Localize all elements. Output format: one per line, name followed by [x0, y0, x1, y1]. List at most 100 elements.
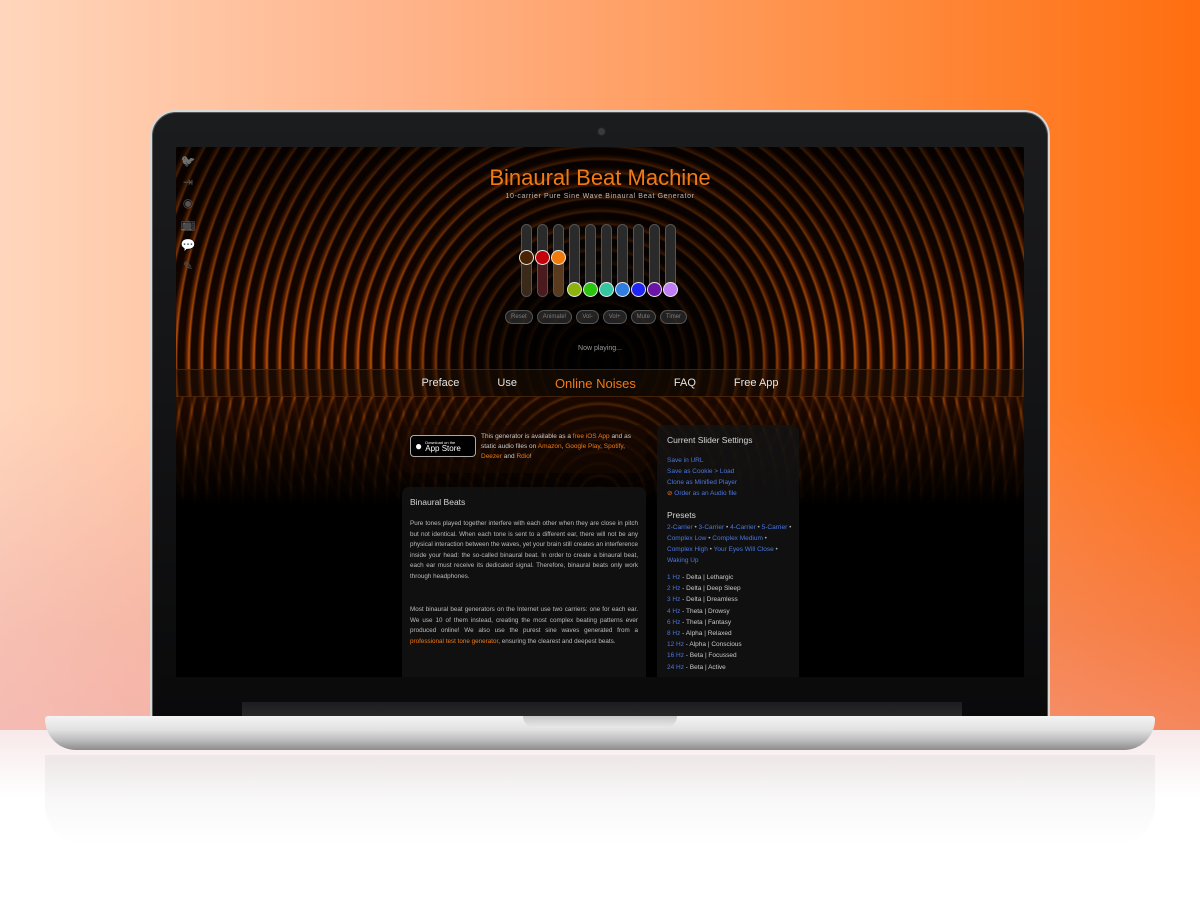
amazon-link[interactable]: Amazon [538, 443, 562, 450]
settings-links: Save in URL Save as Cookie > Load Clone as… [667, 455, 737, 499]
carrier-slider[interactable] [599, 224, 614, 297]
preset-link[interactable]: Complex Low [667, 535, 706, 542]
promo-text-and: and [501, 453, 517, 460]
preset-link[interactable]: Your Eyes Will Close [714, 546, 774, 553]
settings-link[interactable]: Clone as Minified Player [667, 477, 737, 488]
slider-knob[interactable] [599, 282, 614, 297]
frequency-link[interactable]: 4 Hz [667, 608, 680, 615]
vol-up-button[interactable]: Vol+ [602, 310, 627, 324]
preset-separator: • [787, 524, 792, 531]
nav-faq[interactable]: FAQ [655, 377, 715, 389]
settings-link[interactable]: Save in URL [667, 455, 737, 466]
frequency-link[interactable]: 1 Hz [667, 574, 680, 581]
carrier-slider[interactable] [551, 224, 566, 297]
nav-online-noises[interactable]: Online Noises [536, 376, 655, 391]
deezer-link[interactable]: Deezer [481, 453, 502, 460]
badge-big-text: App Store [425, 443, 461, 453]
vol-down-button[interactable]: Vol- [576, 310, 599, 324]
frequency-item: 12 Hz - Alpha | Conscious [667, 639, 742, 650]
carrier-slider[interactable] [519, 224, 534, 297]
pencil-icon[interactable]: ✎ [180, 258, 196, 274]
carrier-slider[interactable] [647, 224, 662, 297]
nav-use[interactable]: Use [478, 377, 536, 389]
frequency-link[interactable]: 3 Hz [667, 596, 680, 603]
preset-link[interactable]: 3-Carrier [699, 524, 725, 531]
preset-link[interactable]: Complex Medium [712, 535, 763, 542]
spotify-link[interactable]: Spotify [604, 443, 623, 450]
site-title: Binaural Beat Machine [489, 165, 711, 190]
carrier-slider[interactable] [663, 224, 678, 297]
frequency-link[interactable]: 24 Hz [667, 664, 684, 671]
frequency-item: 16 Hz - Beta | Focussed [667, 650, 742, 661]
reset-button[interactable]: Reset [505, 310, 533, 324]
settings-link[interactable]: Save as Cookie > Load [667, 466, 737, 477]
carrier-sliders [519, 224, 681, 299]
record-player-icon[interactable]: ◉ [180, 195, 196, 211]
frequency-desc: - Alpha | Conscious [683, 641, 742, 649]
frequency-item: 3 Hz - Delta | Dreamless [667, 594, 742, 605]
frequency-item: 2 Hz - Delta | Deep Sleep [667, 583, 742, 594]
frequency-desc: - Beta | Focussed [683, 652, 737, 660]
slider-knob[interactable] [567, 282, 582, 297]
tv-icon[interactable]: 📺 [180, 216, 196, 232]
nav-free-app[interactable]: Free App [715, 377, 798, 389]
preset-separator: • [762, 535, 767, 542]
frequency-item: 6 Hz - Theta | Fantasy [667, 617, 742, 628]
slider-knob[interactable] [615, 282, 630, 297]
slider-knob[interactable] [647, 282, 662, 297]
frequency-link[interactable]: 8 Hz [667, 630, 680, 637]
settings-link[interactable]: ⊘ Order as an Audio file [667, 488, 737, 499]
slider-knob[interactable] [663, 282, 678, 297]
article-paragraph-1: Pure tones played together interfere wit… [410, 520, 638, 580]
ios-app-link[interactable]: free iOS App [573, 433, 610, 440]
mute-button[interactable]: Mute [630, 310, 656, 324]
apple-icon: ● [415, 439, 423, 453]
promo-text-1: This generator is available as a [481, 433, 573, 440]
nav-preface[interactable]: Preface [402, 377, 478, 389]
article-heading: Binaural Beats [410, 497, 466, 507]
slider-settings-panel: Current Slider Settings Save in URL Save … [657, 425, 799, 677]
timer-button[interactable]: Timer [659, 310, 688, 324]
slider-knob[interactable] [519, 250, 534, 266]
order-icon: ⊘ [667, 490, 673, 497]
frequency-link[interactable]: 16 Hz [667, 652, 684, 659]
preset-link[interactable]: 4-Carrier [730, 524, 756, 531]
chat-heart-icon[interactable]: 💬 [180, 237, 196, 253]
laptop-base [45, 716, 1155, 750]
preset-link[interactable]: Waking Up [667, 557, 699, 564]
frequency-list: 1 Hz - Delta | Lethargic 2 Hz - Delta | D… [667, 572, 742, 673]
frequency-link[interactable]: 2 Hz [667, 585, 680, 592]
article-p2-text-a: Most binaural beat generators on the Int… [410, 606, 638, 634]
frequency-desc: - Theta | Fantasy [680, 618, 732, 626]
carrier-slider[interactable] [615, 224, 630, 297]
preset-link[interactable]: 5-Carrier [762, 524, 788, 531]
settings-heading: Current Slider Settings [667, 435, 753, 445]
app-store-badge[interactable]: ● Download on the App Store [410, 435, 476, 457]
animate-button[interactable]: Animate! [536, 310, 573, 324]
carrier-slider[interactable] [567, 224, 582, 297]
slider-knob[interactable] [631, 282, 646, 297]
browser-screen: 🐦 ⇥ ◉ 📺 💬 ✎ Binaural Beat Machine 10-carrier … [176, 147, 1024, 677]
slider-knob[interactable] [535, 250, 550, 266]
login-icon[interactable]: ⇥ [180, 174, 196, 190]
frequency-link[interactable]: 12 Hz [667, 641, 684, 648]
rdio-link[interactable]: Rdio [516, 453, 529, 460]
google-play-link[interactable]: Google Play [565, 443, 600, 450]
frequency-link[interactable]: 6 Hz [667, 619, 680, 626]
control-buttons: Reset Animate! Vol- Vol+ Mute Timer [505, 310, 695, 324]
twitter-facebook-icon[interactable]: 🐦 [180, 153, 196, 169]
test-tone-generator-link[interactable]: professional test tone generator [410, 638, 498, 645]
preset-link[interactable]: 2-Carrier [667, 524, 693, 531]
slider-knob[interactable] [583, 282, 598, 297]
frequency-item: 4 Hz - Theta | Drowsy [667, 606, 742, 617]
carrier-slider[interactable] [631, 224, 646, 297]
preset-link[interactable]: Complex High [667, 546, 708, 553]
frequency-desc: - Beta | Active [683, 663, 726, 671]
frequency-desc: - Theta | Drowsy [680, 607, 730, 615]
frequency-item: 24 Hz - Beta | Active [667, 662, 742, 673]
carrier-slider[interactable] [535, 224, 550, 297]
binaural-beats-article: Binaural Beats Pure tones played togethe… [402, 487, 646, 677]
carrier-slider[interactable] [583, 224, 598, 297]
frequency-desc: - Delta | Deep Sleep [680, 585, 741, 593]
slider-knob[interactable] [551, 250, 566, 266]
